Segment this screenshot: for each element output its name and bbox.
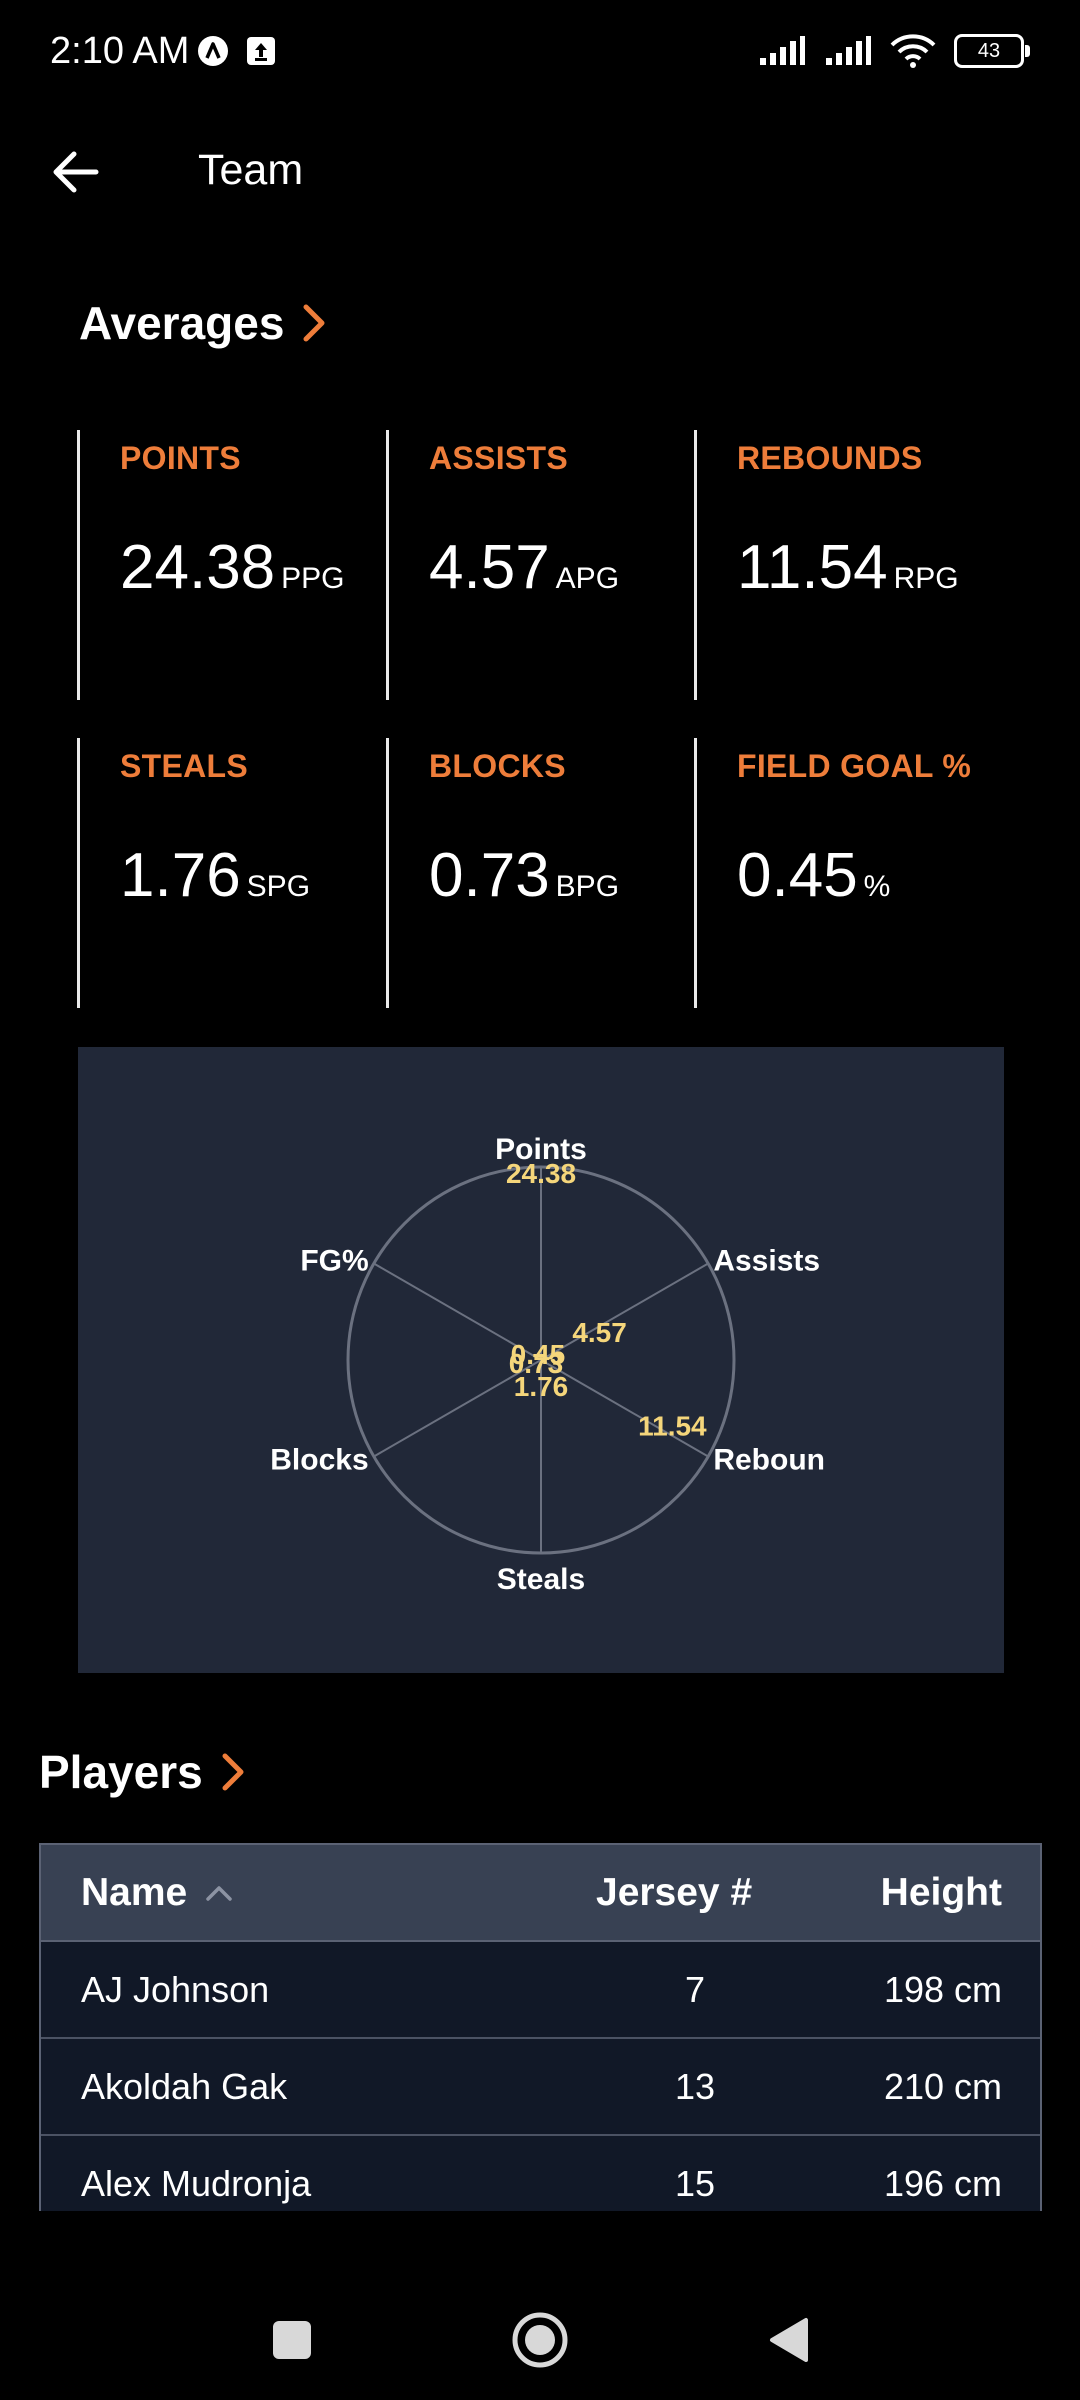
stat-value: 1.76 [120,841,241,910]
app-notification-icon [198,36,228,66]
signal-icon [760,36,805,65]
radar-axis-label: FG% [300,1245,368,1278]
recents-icon [273,2321,311,2359]
player-name: Akoldah Gak [81,2065,288,2107]
column-header-name[interactable]: Name [81,1845,233,1940]
team-screen: 2:10 AM 43 Team Averages POINTS 24.38 PP… [0,0,1080,2400]
status-bar: 2:10 AM 43 [0,0,1080,104]
stat-card-assists: ASSISTS 4.57 APG [386,430,694,700]
back-arrow-icon [53,151,99,193]
status-time: 2:10 AM [50,30,190,72]
radar-chart: PointsAssistsRebounStealsBlocksFG%24.384… [270,1133,825,1596]
player-height: 210 cm [883,2065,1002,2107]
sort-ascending-icon [206,1885,232,1901]
table-row[interactable]: Akoldah Gak 13 210 cm [41,2039,1040,2136]
stat-label: POINTS [120,440,241,476]
player-jersey: 13 [674,2065,716,2107]
system-nav-bar [0,2270,1080,2400]
stat-unit: % [863,870,891,903]
stat-label: BLOCKS [429,748,566,784]
stat-value: 11.54 [737,533,888,602]
averages-link[interactable]: Averages [79,296,326,350]
players-title: Players [39,1746,203,1798]
stat-unit: BPG [555,870,620,903]
table-header: Name Jersey # Height [41,1845,1040,1942]
recents-button[interactable] [252,2300,332,2380]
player-height: 196 cm [883,2162,1002,2204]
stat-unit: RPG [893,562,959,595]
app-header: Team [0,110,1080,230]
column-header-jersey[interactable]: Jersey # [596,1845,752,1940]
stat-value: 0.45 [737,841,858,910]
table-row[interactable]: Alex Mudronja 15 196 cm [41,2136,1040,2211]
back-button[interactable] [36,132,116,212]
radar-axis-label: Reboun [713,1444,825,1477]
players-table: Name Jersey # Height AJ Johnson 7 198 cm… [39,1843,1042,2211]
upload-notification-icon [247,37,275,65]
page-title: Team [198,146,304,194]
stat-value: 4.57 [429,533,550,602]
stat-card-blocks: BLOCKS 0.73 BPG [386,738,694,1008]
back-triangle-icon [770,2318,808,2362]
stat-card-field-goal: FIELD GOAL % 0.45% [694,738,1002,1008]
stat-value: 24.38 [120,533,276,602]
stat-unit: SPG [246,870,311,903]
radar-value-label: 11.54 [638,1411,707,1442]
home-button[interactable] [500,2300,580,2380]
player-height: 198 cm [883,1968,1002,2010]
player-name: Alex Mudronja [81,2162,312,2204]
player-jersey: 15 [674,2162,716,2204]
averages-title: Averages [79,297,285,349]
column-header-height[interactable]: Height [881,1845,1002,1940]
stat-label: STEALS [120,748,249,784]
stat-label: FIELD GOAL % [737,748,972,784]
radar-value-label: 24.38 [506,1158,576,1189]
stat-label: ASSISTS [429,440,569,476]
radar-chart-panel: Points Assists Reboun Steals Blocks FG% 24.38 4… [78,1047,1004,1673]
stat-unit: APG [555,562,620,595]
home-icon [512,2312,568,2368]
back-nav-button[interactable] [748,2300,828,2380]
stat-value: 0.73 [429,841,550,910]
stat-card-steals: STEALS 1.76 SPG [77,738,385,1008]
battery-level: 43 [977,39,1001,62]
chevron-right-icon [303,304,325,342]
stat-card-points: POINTS 24.38 PPG [77,430,385,700]
stat-card-rebounds: REBOUNDS 11.54 RPG [694,430,1002,700]
player-name: AJ Johnson [81,1968,270,2010]
radar-value-label: 0.45 [511,1339,566,1370]
radar-value-label: 4.57 [572,1317,627,1348]
radar-axis-label: Steals [497,1563,585,1596]
chevron-right-icon [222,1753,244,1791]
stat-label: REBOUNDS [737,440,923,476]
table-row[interactable]: AJ Johnson 7 198 cm [41,1942,1040,2039]
radar-axis-label: Assists [713,1245,820,1278]
stat-unit: PPG [281,562,345,595]
radar-axis-label: Blocks [270,1444,368,1477]
battery-icon: 43 [954,34,1030,68]
signal-icon-2 [826,36,871,65]
player-jersey: 7 [684,1968,706,2010]
players-link[interactable]: Players [39,1745,245,1799]
wifi-icon [890,34,936,68]
